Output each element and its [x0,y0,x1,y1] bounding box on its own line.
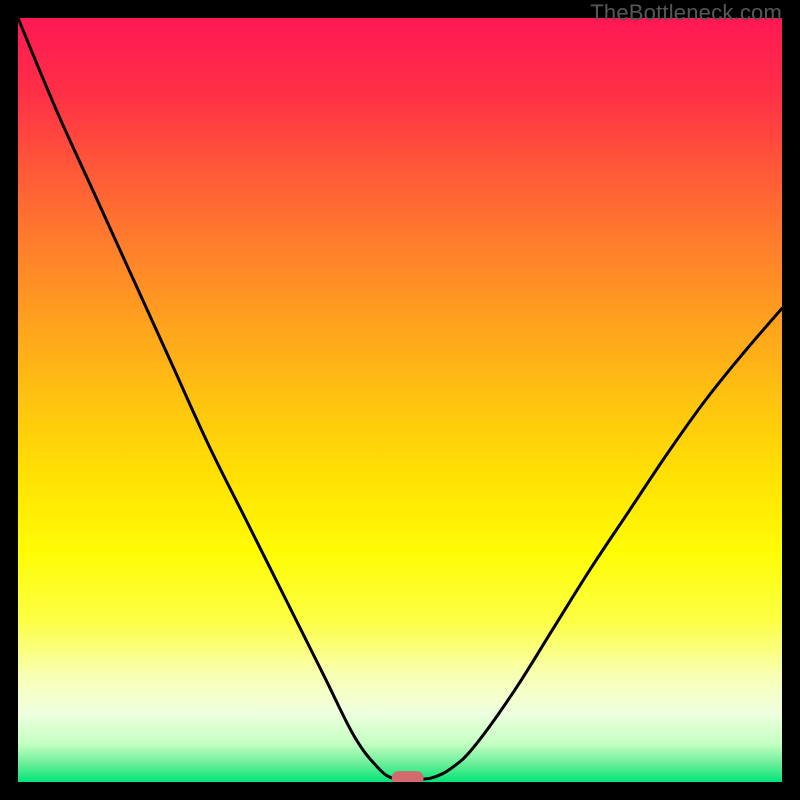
watermark-text: TheBottleneck.com [590,0,782,26]
plot-area [18,18,782,782]
bottleneck-chart [18,18,782,782]
minimum-marker [392,771,424,782]
chart-frame: TheBottleneck.com [0,0,800,800]
gradient-background [18,18,782,782]
